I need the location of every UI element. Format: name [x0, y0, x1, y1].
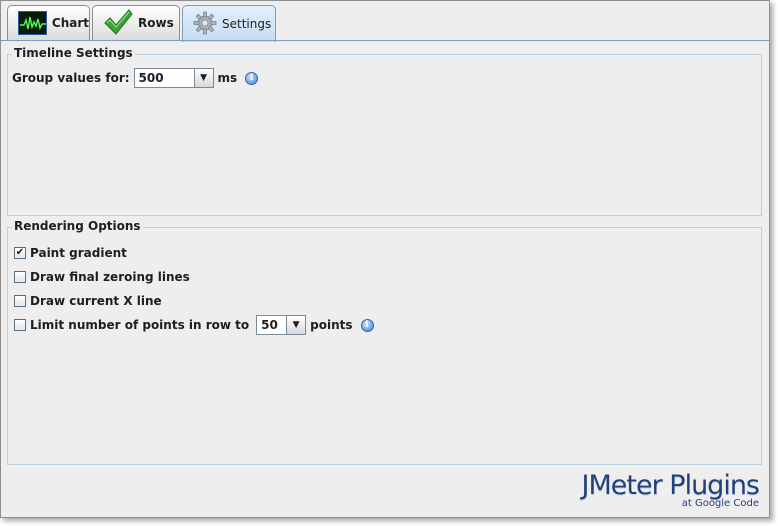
group-values-label: Group values for: — [12, 71, 130, 85]
tab-bar: Chart Rows Settings — [1, 1, 769, 42]
group-values-combo[interactable]: 500 ▼ — [133, 68, 214, 88]
checkmark-icon — [103, 8, 133, 39]
tab-settings[interactable]: Settings — [182, 5, 276, 42]
info-icon[interactable]: i — [245, 71, 259, 85]
option-current-x-line[interactable]: Draw current X line — [14, 294, 162, 308]
jmeter-plugins-logo[interactable]: JMeter Plugins at Google Code — [581, 470, 760, 510]
paint-gradient-checkbox[interactable]: ✔ — [14, 247, 26, 259]
chart-icon — [18, 11, 47, 35]
limit-points-checkbox[interactable] — [14, 319, 26, 331]
option-paint-gradient[interactable]: ✔ Paint gradient — [14, 246, 127, 260]
final-zeroing-label: Draw final zeroing lines — [30, 270, 190, 284]
timeline-settings-group: Timeline Settings Group values for: 500 … — [7, 46, 762, 216]
timeline-settings-title: Timeline Settings — [12, 46, 135, 60]
info-icon[interactable]: i — [360, 318, 374, 332]
current-x-line-label: Draw current X line — [30, 294, 162, 308]
tab-rows-label: Rows — [138, 16, 174, 30]
chevron-down-icon[interactable]: ▼ — [286, 316, 306, 334]
tab-divider — [1, 40, 769, 41]
chevron-down-icon[interactable]: ▼ — [193, 69, 213, 87]
tab-chart-label: Chart — [51, 16, 89, 30]
logo-title: JMeter Plugins — [581, 470, 760, 501]
paint-gradient-label: Paint gradient — [30, 246, 127, 260]
tab-settings-label: Settings — [222, 17, 272, 31]
limit-points-combo[interactable]: 50 ▼ — [256, 315, 307, 335]
option-limit-points[interactable]: Limit number of points in row to 50 ▼ po… — [14, 315, 374, 335]
rendering-options-title: Rendering Options — [12, 219, 143, 233]
tab-chart[interactable]: Chart — [7, 5, 90, 40]
limit-points-value: 50 — [261, 318, 278, 332]
rendering-options-group: Rendering Options ✔ Paint gradient Draw … — [7, 219, 762, 465]
option-final-zeroing[interactable]: Draw final zeroing lines — [14, 270, 190, 284]
final-zeroing-checkbox[interactable] — [14, 271, 26, 283]
group-values-unit: ms — [217, 71, 238, 85]
current-x-line-checkbox[interactable] — [14, 295, 26, 307]
settings-window: Chart Rows Settings Timeline Settings Gr… — [0, 0, 770, 518]
limit-points-unit: points — [310, 318, 353, 332]
group-values-row: Group values for: 500 ▼ ms i — [12, 68, 259, 88]
tab-rows[interactable]: Rows — [92, 5, 180, 40]
limit-points-label: Limit number of points in row to — [30, 318, 250, 332]
gear-icon — [193, 11, 217, 38]
group-values-value: 500 — [138, 71, 164, 85]
